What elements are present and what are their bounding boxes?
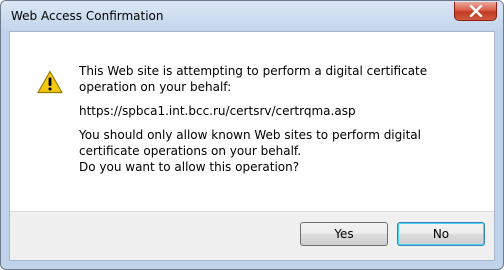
site-url: https://spbca1.int.bcc.ru/certsrv/certrq… (79, 104, 356, 118)
question-text: Do you want to allow this operation? (79, 160, 300, 174)
button-bar: Yes No (10, 211, 494, 260)
yes-button[interactable]: Yes (300, 222, 388, 246)
close-icon (469, 5, 483, 17)
close-button[interactable] (454, 2, 497, 21)
message-text: This Web site is attempting to perform a… (79, 63, 479, 175)
window-title: Web Access Confirmation (11, 9, 164, 23)
warning-icon (37, 70, 63, 94)
title-bar[interactable]: Web Access Confirmation (1, 1, 503, 31)
dialog-window: Web Access Confirmation This Web site is… (0, 0, 504, 270)
warning-text: You should only allow known Web sites to… (79, 128, 421, 158)
message-intro: This Web site is attempting to perform a… (79, 64, 428, 94)
no-button[interactable]: No (397, 222, 485, 246)
dialog-body: This Web site is attempting to perform a… (9, 31, 495, 261)
